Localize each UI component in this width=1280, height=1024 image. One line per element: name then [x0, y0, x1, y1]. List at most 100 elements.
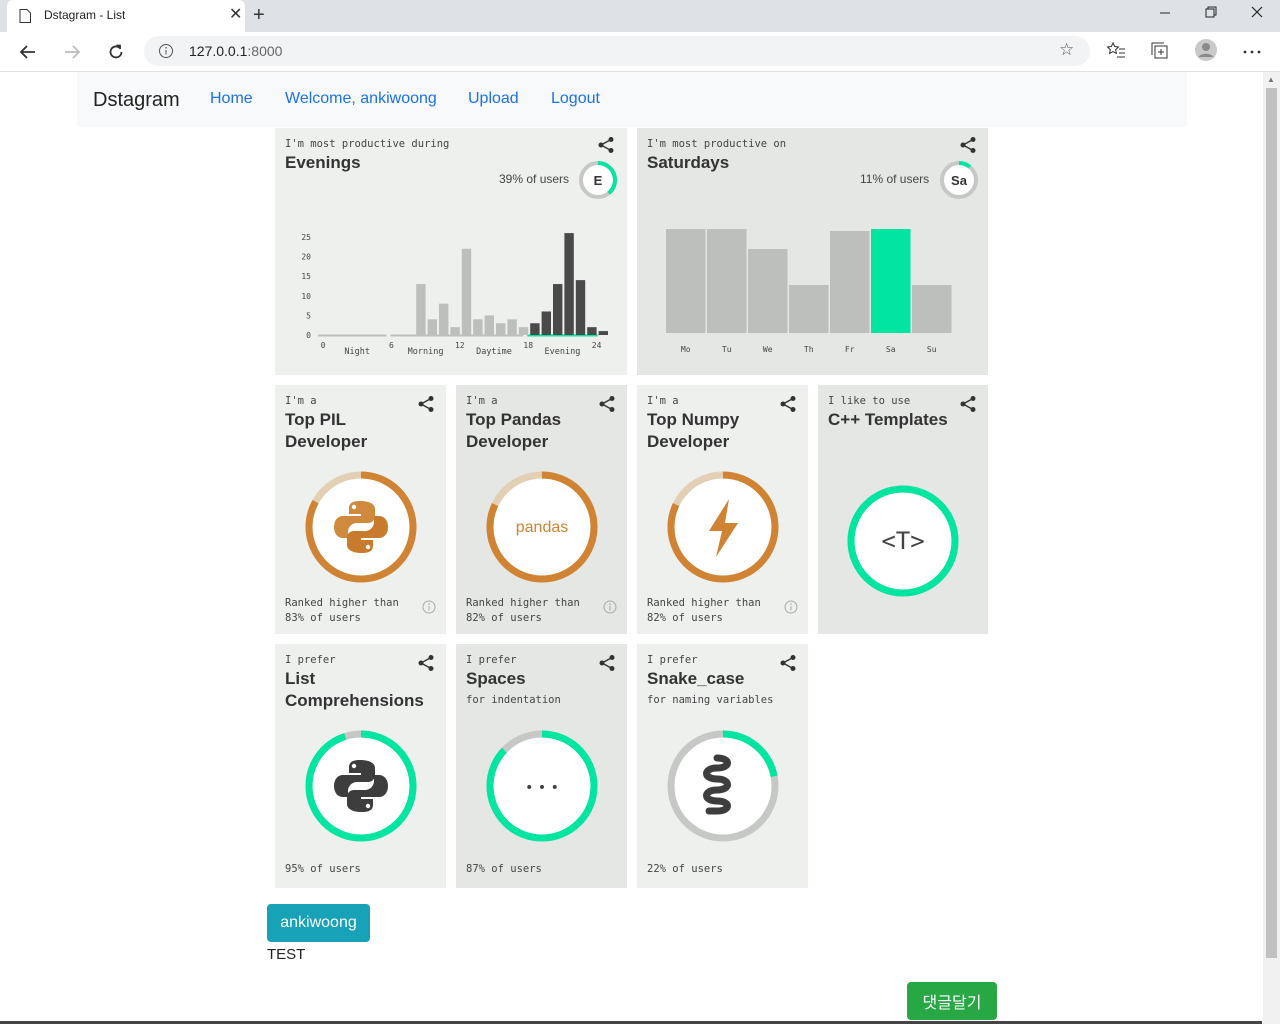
weekday-label: Fr [845, 345, 855, 354]
card-snake-case: I prefer Snake_case for naming variables… [637, 644, 808, 888]
url-text[interactable]: 127.0.0.1:8000 [189, 43, 282, 59]
share-icon[interactable] [598, 395, 616, 413]
period-label: Daytime [476, 347, 512, 357]
share-icon[interactable] [959, 136, 977, 154]
info-icon[interactable] [422, 600, 436, 614]
weekday-bar [830, 231, 870, 333]
rank-text: Ranked higher than 82% of users [647, 596, 761, 626]
rank-ring [667, 471, 779, 583]
share-icon[interactable] [779, 654, 797, 672]
hour-bar [507, 319, 517, 335]
hour-bar [473, 319, 483, 335]
more-menu-icon[interactable] [1242, 42, 1262, 62]
card-top-pil-developer: I'm a Top PIL Developer Ranked higher th… [275, 385, 446, 634]
card-small-label: I'm most productive during [285, 138, 450, 150]
card-title-line-1: Top Numpy [647, 410, 740, 429]
restore-icon[interactable] [1204, 4, 1218, 24]
info-icon[interactable] [784, 600, 798, 614]
x-tick-label: 0 [321, 341, 326, 350]
rank-text: Ranked higher than 82% of users [466, 596, 580, 626]
share-icon[interactable] [779, 395, 797, 413]
weekday-bar [789, 285, 829, 333]
back-arrow-icon[interactable] [18, 42, 38, 62]
rank-ring: pandas [486, 471, 598, 583]
card-cpp-templates: I like to use C++ Templates <T> [818, 385, 988, 634]
rank-text-line-1: Ranked higher than [285, 597, 399, 609]
percent-ring: Sa [940, 161, 978, 199]
rank-ring [305, 471, 417, 583]
site-info-icon[interactable] [158, 43, 174, 59]
card-subtitle: for indentation [466, 694, 561, 706]
url-host: 127.0.0.1 [189, 43, 248, 59]
y-tick-label: 5 [306, 311, 311, 320]
card-title-line-1: List [285, 669, 316, 688]
info-icon[interactable] [603, 600, 617, 614]
usage-ring: <T> [847, 485, 959, 597]
nav-link-logout[interactable]: Logout [551, 90, 600, 108]
card-small-label: I prefer [647, 654, 698, 666]
vertical-scrollbar[interactable]: ▲ [1263, 72, 1280, 1024]
share-icon[interactable] [597, 136, 615, 154]
hour-bar [439, 303, 449, 335]
nav-link-welcome[interactable]: Welcome, ankiwoong [285, 90, 437, 108]
card-title-line-1: Snake_case [647, 669, 745, 688]
new-tab-button[interactable]: + [253, 4, 265, 26]
ellipsis-icon: • • • [525, 780, 559, 796]
browser-tab[interactable]: Dstagram - List ✕ [7, 0, 245, 32]
window-close-icon[interactable] [1250, 4, 1264, 24]
nav-link-home[interactable]: Home [210, 90, 253, 108]
rank-text-line-1: Ranked higher than [647, 597, 761, 609]
x-tick-label: 12 [455, 341, 465, 350]
x-tick-label: 18 [523, 341, 533, 350]
pandas-logo-text: pandas [516, 519, 569, 536]
scroll-up-arrow-icon[interactable]: ▲ [1267, 75, 1275, 84]
card-title-line-1: C++ Templates [828, 410, 948, 429]
weekday-bar-chart: Mo Tu We Th Fr Sa Su [666, 229, 952, 354]
weekday-bar [912, 285, 952, 333]
hour-bar [530, 323, 540, 335]
tab-title: Dstagram - List [44, 8, 126, 22]
url-port: :8000 [247, 43, 283, 59]
share-icon[interactable] [959, 395, 977, 413]
forward-arrow-icon[interactable] [62, 42, 82, 62]
ring-letter: Sa [951, 173, 968, 188]
period-label: Morning [408, 347, 444, 357]
navbar: Dstagram Home Welcome, ankiwoong Upload … [77, 72, 1187, 127]
rank-text: Ranked higher than 83% of users [285, 596, 399, 626]
hours-bar-chart: 25 20 15 10 5 0 0 6 12 18 24 Night Morning Daytime Eve… [301, 233, 608, 357]
navbar-brand[interactable]: Dstagram [93, 89, 180, 112]
rank-text-line-2: 82% of users [466, 612, 542, 624]
hour-bar [575, 280, 586, 335]
author-button[interactable]: ankiwoong [267, 904, 370, 942]
share-icon[interactable] [417, 654, 435, 672]
nav-link-upload[interactable]: Upload [468, 90, 519, 108]
period-label: Night [344, 347, 370, 357]
hour-bar [496, 323, 506, 335]
y-tick-label: 25 [301, 233, 311, 242]
card-small-label: I'm a [647, 395, 679, 407]
refresh-icon[interactable] [106, 42, 126, 62]
hour-bar [564, 233, 574, 335]
share-icon[interactable] [598, 654, 616, 672]
add-favorite-star-icon[interactable]: ☆ [1059, 40, 1074, 60]
weekday-label: Tu [722, 345, 732, 354]
card-top-pandas-developer: I'm a Top Pandas Developer pandas Ranked… [456, 385, 627, 634]
card-spaces-indentation: I prefer Spaces for indentation • • • 87… [456, 644, 627, 888]
usage-ring [667, 730, 779, 842]
hour-bar [450, 327, 460, 335]
scrollbar-thumb[interactable] [1266, 88, 1277, 958]
profile-avatar-icon[interactable] [1194, 38, 1218, 62]
favorites-icon[interactable] [1106, 41, 1126, 61]
close-tab-icon[interactable]: ✕ [229, 7, 242, 23]
page-icon [19, 9, 31, 23]
add-comment-button[interactable]: 댓글달기 [907, 982, 997, 1020]
card-top-numpy-developer: I'm a Top Numpy Developer Ranked higher … [637, 385, 808, 634]
period-label: Evening [544, 347, 580, 357]
post-comment-text: TEST [267, 946, 306, 963]
card-title: Saturdays [647, 153, 730, 172]
minimize-icon[interactable] [1158, 4, 1172, 24]
address-bar[interactable]: 127.0.0.1:8000 ☆ [144, 36, 1090, 66]
card-small-label: I'm a [466, 395, 498, 407]
collections-icon[interactable] [1150, 41, 1170, 61]
share-icon[interactable] [417, 395, 435, 413]
